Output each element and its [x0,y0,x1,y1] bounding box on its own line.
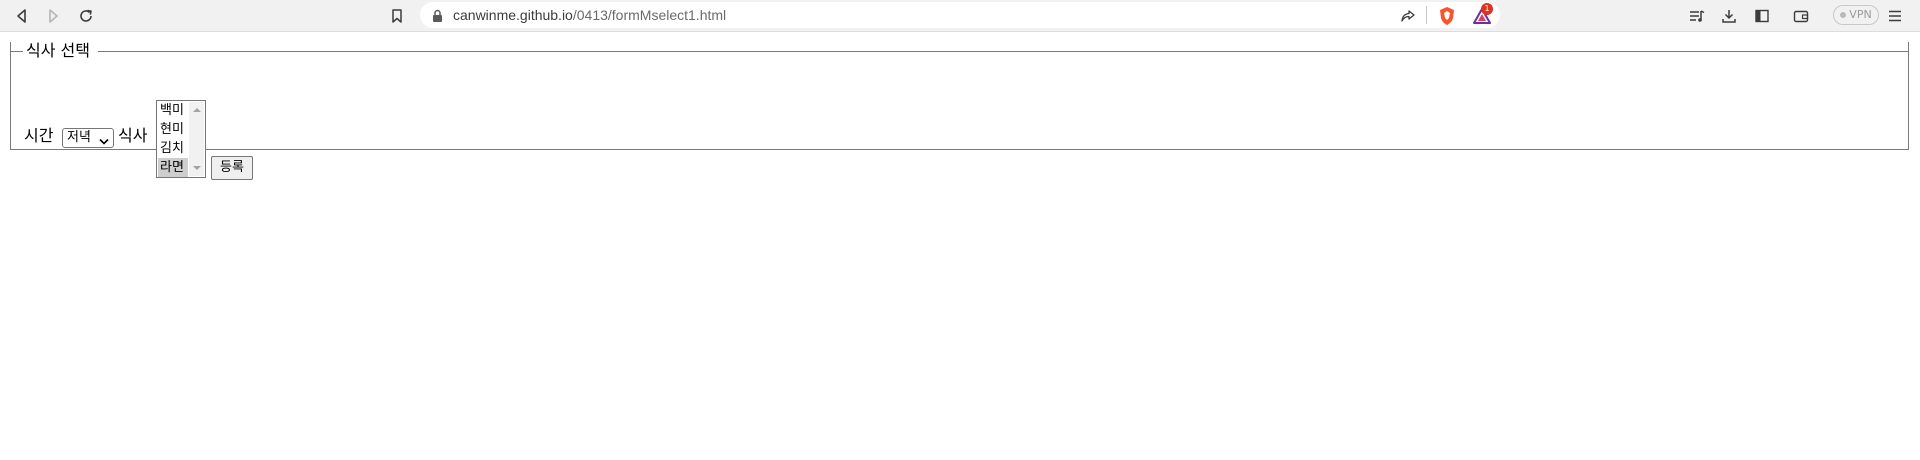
fieldset-border [98,51,1909,52]
url-host: canwinme.github.io [453,7,573,23]
share-icon[interactable] [1396,4,1420,28]
menu-icon[interactable] [1883,4,1907,28]
meal-label: 식사 [118,126,148,145]
brave-shields-icon[interactable] [1435,4,1459,28]
playlist-icon[interactable] [1685,4,1709,28]
rewards-badge: 1 [1481,3,1493,15]
meal-fieldset [10,42,1909,150]
url-text: canwinme.github.io/0413/formMselect1.htm… [453,7,726,23]
scroll-down-arrow-icon[interactable] [193,166,201,170]
time-select[interactable]: 저녁 [62,128,114,148]
page-content: 식사 선택 시간 저녁 식사 백미 현미 김치 라면 등록 [0,32,1920,460]
lock-icon [432,8,443,27]
toolbar-divider [1426,6,1427,24]
chevron-down-icon [99,134,109,152]
wallet-icon[interactable] [1789,4,1813,28]
brave-rewards-icon[interactable]: 1 [1470,3,1494,28]
forward-icon[interactable] [41,4,65,28]
download-icon[interactable] [1717,4,1741,28]
sidebar-icon[interactable] [1750,4,1774,28]
scroll-up-arrow-icon[interactable] [193,108,201,112]
meal-option[interactable]: 현미 [158,120,188,139]
time-select-value: 저녁 [67,130,91,145]
time-label: 시간 [24,126,54,145]
meal-option-selected[interactable]: 라면 [158,158,188,177]
browser-toolbar: canwinme.github.io/0413/formMselect1.htm… [0,0,1920,32]
address-bar[interactable]: canwinme.github.io/0413/formMselect1.htm… [420,2,1500,28]
vpn-status-dot [1840,12,1847,18]
meal-option[interactable]: 김치 [158,139,188,158]
fieldset-legend: 식사 선택 [26,41,90,60]
bookmark-icon[interactable] [385,4,409,28]
vpn-label: VPN [1849,8,1872,21]
back-icon[interactable] [10,4,34,28]
meal-option[interactable]: 백미 [158,101,188,120]
submit-button[interactable]: 등록 [211,156,253,180]
fieldset-border [10,51,23,52]
listbox-scrollbar[interactable] [189,102,204,176]
reload-icon[interactable] [74,4,98,28]
url-path: /0413/formMselect1.html [572,7,727,23]
vpn-button[interactable]: VPN [1833,5,1879,25]
meal-listbox[interactable]: 백미 현미 김치 라면 [156,100,206,178]
